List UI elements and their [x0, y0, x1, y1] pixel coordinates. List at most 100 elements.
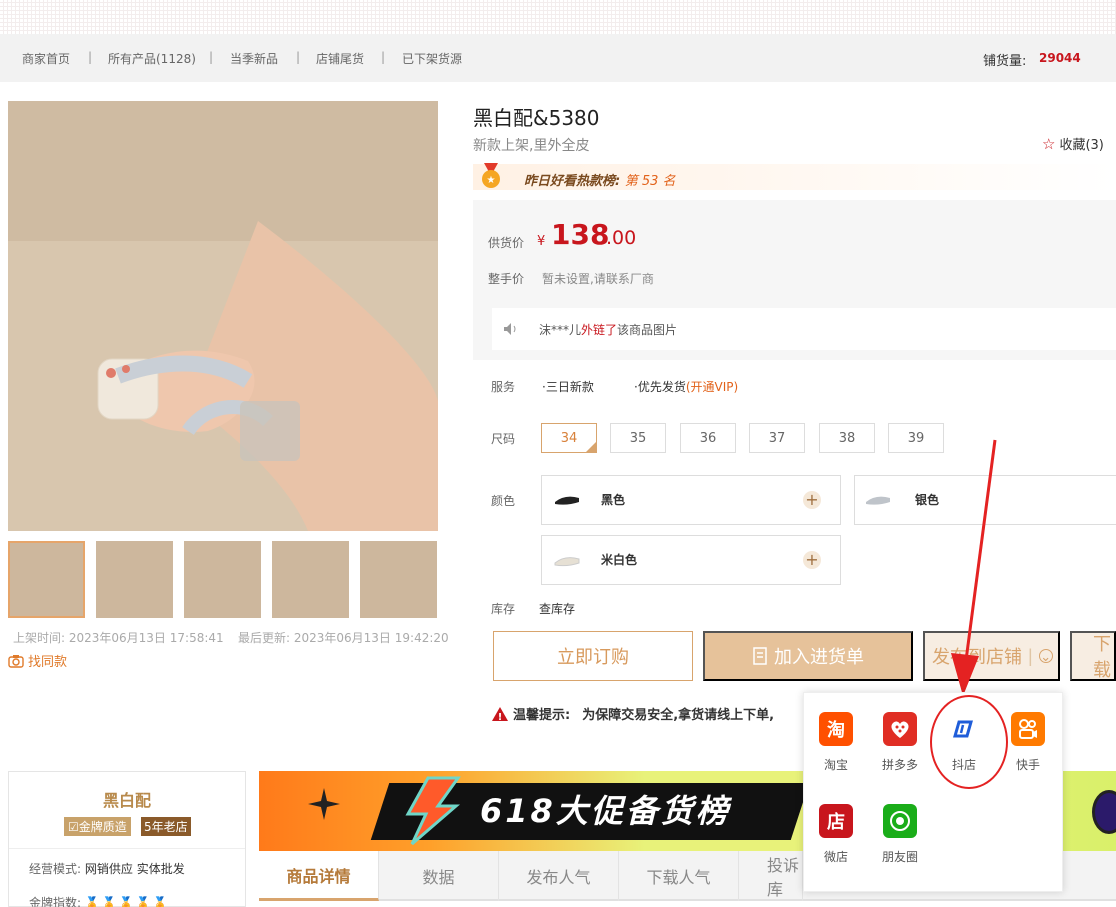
download-button[interactable]: 下载 [1070, 631, 1116, 681]
wholesale-label: 整手价 [488, 272, 525, 286]
nav-all-products[interactable]: 所有产品(1128) [108, 50, 196, 67]
product-subtitle: 新款上架,里外全皮 [473, 138, 590, 154]
index-label: 金牌指数: [29, 896, 82, 907]
tab-download-popularity[interactable]: 下载人气 [619, 851, 739, 901]
color-label: 颜色 [491, 494, 516, 508]
service-priority: ·优先发货(开通VIP) [634, 378, 738, 395]
add-to-cart-button[interactable]: 加入进货单 [703, 631, 913, 681]
tab-data[interactable]: 数据 [379, 851, 499, 901]
svg-text:!: ! [498, 712, 503, 722]
lightning-icon [405, 776, 461, 846]
shop-gold-index: 金牌指数: 🏅🏅🏅🏅🏅 [29, 894, 170, 907]
mode-value: 网销供应 实体批发 [84, 862, 185, 876]
medal-icon: ★ [482, 163, 500, 188]
camera-icon [8, 654, 24, 668]
size-option-36[interactable]: 36 [680, 423, 736, 453]
distribution-label: 铺货量: [983, 54, 1027, 69]
platform-weidian-label: 微店 [823, 850, 848, 864]
currency-symbol: ¥ [537, 234, 546, 249]
thumbnail-4[interactable] [272, 541, 349, 618]
service-three-day: ·三日新款 [542, 380, 594, 394]
platform-taobao[interactable]: 淘 淘宝 [804, 712, 868, 773]
star-icon: ☆ [1042, 134, 1056, 153]
find-same-link[interactable]: 找同款 [8, 651, 67, 670]
top-pattern [0, 0, 1116, 34]
check-stock-link[interactable]: 查库存 [539, 600, 575, 617]
product-main-image[interactable] [8, 101, 438, 531]
add-black-plus-icon[interactable]: + [803, 491, 821, 509]
platform-weidian[interactable]: 店 微店 [804, 804, 868, 865]
speaker-icon [504, 323, 516, 335]
size-option-35[interactable]: 35 [610, 423, 666, 453]
annotation-arrow [951, 439, 997, 696]
find-same-label: 找同款 [28, 655, 68, 670]
tab-publish-popularity[interactable]: 发布人气 [499, 851, 619, 901]
nav-home[interactable]: 商家首页 [22, 50, 70, 67]
add-to-cart-label: 加入进货单 [774, 647, 864, 667]
banner-title: 618大促备货榜 [480, 792, 731, 830]
nav-clearance[interactable]: 店铺尾货 [316, 50, 364, 67]
tab-product-detail[interactable]: 商品详情 [259, 851, 379, 901]
price-decimal: .00 [606, 227, 637, 249]
open-vip-link[interactable]: (开通VIP) [686, 380, 738, 394]
badge-icon: ☑ [68, 820, 79, 834]
shop-divider [9, 848, 245, 849]
color-ivory-name: 米白色 [601, 553, 638, 567]
divider: | [1028, 645, 1033, 666]
platform-pinduoduo[interactable]: 拼多多 [868, 712, 932, 773]
size-option-37[interactable]: 37 [749, 423, 805, 453]
gold-quality-badge: ☑金牌质造 [64, 817, 131, 836]
stock-label: 库存 [491, 602, 516, 616]
tab-complaints[interactable]: 投诉库 [739, 851, 803, 901]
buy-now-button[interactable]: 立即订购 [493, 631, 693, 681]
svg-text:★: ★ [487, 175, 496, 186]
shop-business-mode: 经营模式: 网销供应 实体批发 [29, 860, 185, 877]
moments-icon [883, 804, 917, 838]
nav-separator: | [296, 50, 301, 64]
size-option-39[interactable]: 39 [888, 423, 944, 453]
color-ivory-thumb [554, 557, 580, 567]
price-integer: 138 [551, 218, 610, 251]
medal-icons: 🏅🏅🏅🏅🏅 [84, 896, 170, 907]
warning-icon: ! [492, 706, 508, 722]
platform-moments-label: 朋友圈 [881, 850, 918, 864]
distribution-count: 29044 [1039, 51, 1081, 65]
color-black-name: 黑色 [601, 493, 626, 507]
safety-tip: ! 温馨提示: 为保障交易安全,拿货请线上下单, [491, 704, 774, 723]
color-silver-name: 银色 [915, 493, 940, 507]
weidian-icon: 店 [819, 804, 853, 838]
hot-rank-text: 昨日好看热款榜: 第 53 名 [524, 170, 676, 189]
hot-rank-value: 第 53 名 [624, 174, 676, 189]
nav-separator: | [381, 50, 386, 64]
supply-price-label: 供货价 [488, 236, 525, 250]
size-label: 尺码 [491, 432, 516, 446]
thumbnail-3[interactable] [184, 541, 261, 618]
cart-list-icon [753, 647, 767, 665]
color-silver-thumb [866, 496, 890, 505]
pinduoduo-icon [883, 712, 917, 746]
thumbnail-5[interactable] [360, 541, 437, 618]
thumbnail-2[interactable] [96, 541, 173, 618]
nav-separator: | [88, 50, 93, 64]
sparkle-icon [308, 788, 340, 820]
years-badge: 5年老店 [141, 817, 191, 836]
thumbnail-1[interactable] [8, 541, 85, 618]
service-label: 服务 [491, 380, 516, 394]
nav-delisted[interactable]: 已下架货源 [402, 50, 462, 67]
favorite-button[interactable]: ☆ 收藏(3) [1042, 134, 1104, 154]
tip-label: 温馨提示: [513, 708, 571, 723]
shop-name[interactable]: 黑白配 [8, 787, 246, 811]
color-option-ivory[interactable] [541, 535, 841, 585]
nav-new-season[interactable]: 当季新品 [230, 50, 278, 67]
platform-moments[interactable]: 朋友圈 [868, 804, 932, 865]
size-option-34[interactable]: 34 [541, 423, 597, 453]
tip-text: 为保障交易安全,拿货请线上下单, [582, 708, 775, 723]
hot-rank-prefix: 昨日好看热款榜: [524, 174, 621, 189]
wholesale-value: 暂未设置,请联系厂商 [542, 272, 654, 286]
product-title: 黑白配&5380 [473, 106, 600, 130]
size-option-38[interactable]: 38 [819, 423, 875, 453]
ticker-suffix: 该商品图片 [617, 323, 678, 337]
color-option-black[interactable] [541, 475, 841, 525]
upload-time: 上架时间: 2023年06月13日 17:58:41 [13, 631, 224, 645]
add-ivory-plus-icon[interactable]: + [803, 551, 821, 569]
